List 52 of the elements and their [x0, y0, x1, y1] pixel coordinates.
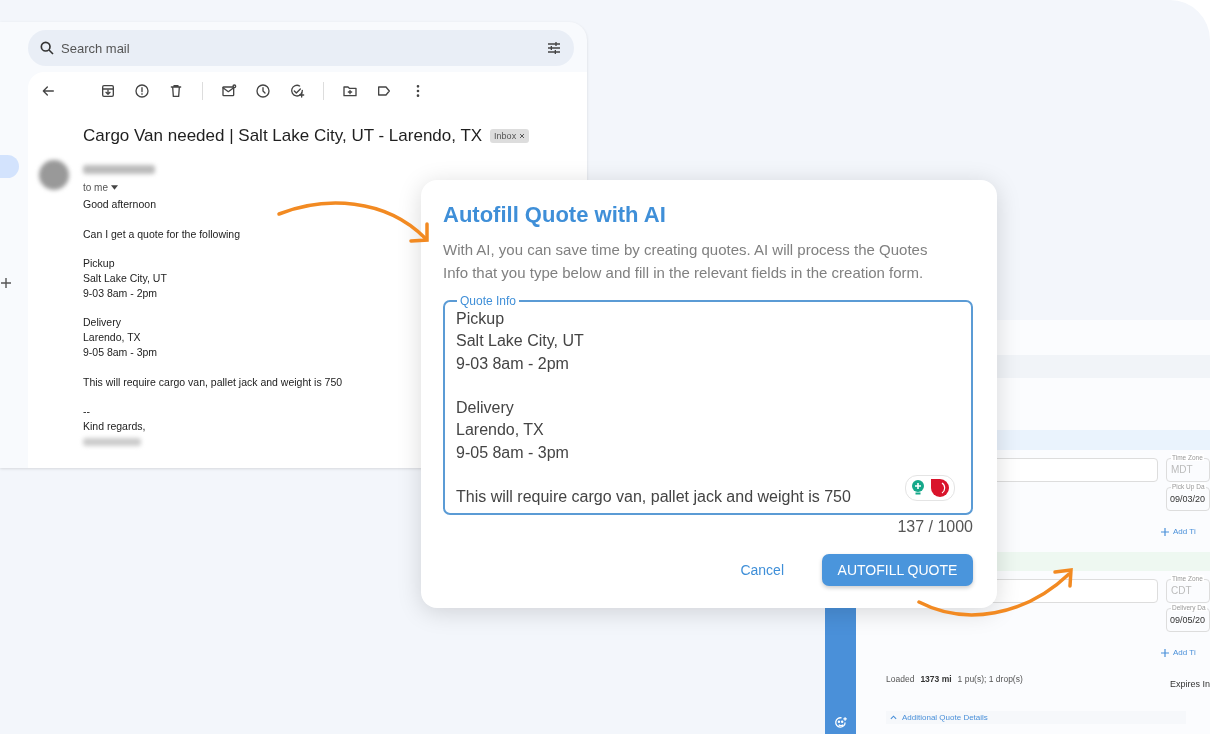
stops-count: 1 pu(s); 1 drop(s) [957, 674, 1023, 684]
email-text-line: This will require cargo van, pallet jack and weight is 750 [83, 374, 343, 390]
blurred-sender-name [83, 165, 155, 174]
email-text-line: Pickup [83, 256, 115, 271]
autofill-button[interactable]: AUTOFILL QUOTE [822, 554, 973, 586]
recipient-toggle[interactable]: to me [83, 182, 155, 193]
email-text-line: Larendo, TX [83, 330, 141, 345]
plus-icon [1161, 648, 1169, 657]
email-text-line: Salt Lake City, UT [83, 271, 167, 286]
caret-icon [111, 185, 118, 190]
email-text-line: Kind regards, [83, 418, 146, 434]
archive-icon[interactable] [100, 83, 116, 99]
emoji-add-icon[interactable] [833, 716, 848, 730]
email-text-line: Good afternoon [83, 197, 156, 212]
blurred-signature [83, 437, 141, 446]
field-label: Quote Info [457, 294, 520, 308]
back-icon[interactable] [40, 83, 56, 99]
lightbulb-icon [910, 479, 926, 497]
folder-icon[interactable] [342, 83, 358, 99]
character-counter: 137 / 1000 [896, 518, 973, 536]
email-text-line: -- [83, 404, 90, 419]
label-icon[interactable] [376, 83, 392, 99]
assistant-icon [930, 478, 950, 498]
report-icon[interactable] [134, 83, 150, 99]
details-toggle[interactable]: Additional Quote Details [886, 711, 1186, 724]
chevron-icon [890, 715, 897, 720]
extension-badge[interactable] [905, 475, 955, 501]
label-chip[interactable]: Inbox [490, 129, 530, 143]
clock-icon[interactable] [255, 83, 271, 99]
search-icon [39, 40, 55, 56]
cancel-button[interactable]: Cancel [732, 556, 792, 584]
summary-label: Loaded [886, 674, 915, 684]
add-time-link[interactable]: Add Ti [1161, 527, 1210, 536]
expires-label: Expires In [1169, 679, 1210, 689]
add-time-link[interactable]: Add Ti [1161, 648, 1210, 657]
distance-value: 1373 mi [920, 674, 952, 684]
plus-icon[interactable] [0, 277, 12, 289]
close-icon[interactable] [519, 133, 526, 139]
filter-icon[interactable] [546, 40, 562, 56]
email-text-line: 9-03 8am - 2pm [83, 285, 158, 301]
email-subject: Cargo Van needed | Salt Lake City, UT - Larendo, TX [83, 126, 483, 146]
email-text-line: 9-05 8am - 3pm [83, 344, 158, 360]
avatar [39, 160, 69, 190]
email-text-line: Delivery [83, 315, 121, 331]
search-field[interactable]: Search mail [28, 30, 574, 66]
task-add-icon[interactable] [289, 83, 305, 99]
mail-icon[interactable] [221, 83, 237, 99]
email-text-line: Can I get a quote for the following [83, 226, 241, 242]
dialog-description: With AI, you can save time by creating quotes. AI will process the Quotes Info that you type below and fill in the relevant fields in the creation form. [443, 240, 929, 283]
delete-icon[interactable] [168, 83, 184, 99]
dialog-title: Autofill Quote with AI [443, 202, 667, 228]
plus-icon [1161, 527, 1169, 536]
